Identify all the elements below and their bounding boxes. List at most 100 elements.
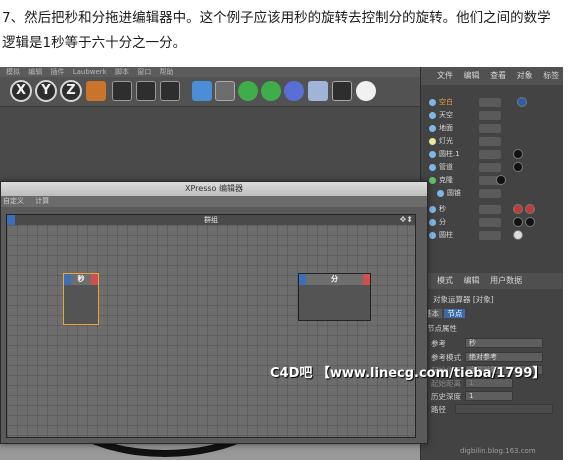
node-input-port[interactable]	[64, 274, 71, 285]
visibility-toggle[interactable]	[479, 124, 501, 133]
xgroup-header[interactable]: 群组 ✥⬍	[7, 215, 415, 225]
object-row[interactable]: 管道	[421, 161, 563, 174]
cloner-icon	[429, 177, 436, 184]
floor-icon[interactable]	[308, 81, 328, 101]
material-tag-icon[interactable]	[513, 149, 523, 159]
cinema4d-window: 模拟 编辑 插件 Laubwerk 脚本 窗口 帮助 X Y Z 文件 编辑 查…	[0, 67, 563, 460]
camera-icon[interactable]	[332, 81, 352, 101]
cylinder-icon	[429, 151, 436, 158]
visibility-toggle[interactable]	[479, 163, 501, 172]
seconds-node-header[interactable]: 秒	[64, 274, 98, 285]
path-field[interactable]	[455, 404, 553, 414]
xpresso-tag-icon[interactable]	[517, 97, 527, 107]
menu-item-plugins[interactable]: 插件	[50, 68, 64, 76]
object-row[interactable]: 秒	[421, 203, 563, 216]
array-icon[interactable]	[261, 81, 281, 101]
menu-item-edit[interactable]: 编辑	[28, 68, 42, 76]
object-row[interactable]: 圆锥	[421, 187, 563, 200]
material-tag-icon[interactable]	[513, 217, 523, 227]
tube-icon	[429, 164, 436, 171]
render-picture-icon[interactable]	[136, 81, 156, 101]
visibility-toggle[interactable]	[479, 189, 501, 198]
om-menu-object[interactable]: 对象	[517, 71, 533, 80]
object-row[interactable]: 分	[421, 216, 563, 229]
minutes-object-node[interactable]: 分	[298, 273, 371, 321]
visibility-toggle[interactable]	[479, 137, 501, 146]
depth-label: 历史深度	[431, 392, 461, 401]
depth-row: 历史深度 1	[421, 390, 563, 403]
mode-select[interactable]: 绝对参考	[465, 352, 543, 362]
spline-pen-icon[interactable]	[215, 81, 235, 101]
main-toolbar: X Y Z	[0, 77, 420, 107]
material-tag-icon[interactable]	[513, 204, 523, 214]
om-menu-edit[interactable]: 编辑	[464, 71, 480, 80]
cube-object-icon	[429, 206, 436, 213]
deformer-icon[interactable]	[284, 81, 304, 101]
cone-icon	[437, 190, 444, 197]
object-row[interactable]: 克隆	[421, 174, 563, 187]
menu-item-laubwerk[interactable]: Laubwerk	[73, 68, 107, 76]
attr-subtabs: 基本 节点	[421, 307, 563, 320]
xp-menu-calculate[interactable]: 计算	[35, 197, 49, 205]
light-bulb-icon[interactable]	[356, 81, 376, 101]
visibility-toggle[interactable]	[479, 150, 501, 159]
visibility-toggle[interactable]	[479, 231, 501, 240]
visibility-toggle[interactable]	[479, 111, 501, 120]
object-row[interactable]: 地面	[421, 122, 563, 135]
om-menu-file[interactable]: 文件	[437, 71, 453, 80]
attr-tab-userdata[interactable]: 用户数据	[490, 276, 522, 285]
xgroup-node[interactable]: 群组 ✥⬍ 秒 分	[6, 214, 416, 438]
reference-row: 参考 秒	[421, 337, 563, 350]
z-axis-button[interactable]: Z	[60, 80, 82, 102]
depth-field[interactable]: 1	[465, 391, 513, 401]
attr-tab-mode[interactable]: 模式	[437, 276, 453, 285]
node-output-port[interactable]	[91, 274, 98, 285]
visibility-toggle[interactable]	[479, 98, 501, 107]
material-tag-icon[interactable]	[525, 217, 535, 227]
xpresso-title[interactable]: XPresso 编辑器	[1, 182, 427, 196]
group-input-port[interactable]	[7, 215, 15, 225]
minutes-node-header[interactable]: 分	[299, 274, 370, 285]
visibility-toggle[interactable]	[479, 205, 501, 214]
cube-object-icon	[429, 219, 436, 226]
object-manager-panel: 文件 编辑 查看 对象 标签 空白 天空 地面 灯光 圆柱.1 管道 克隆 圆锥…	[420, 67, 563, 460]
main-menubar: 模拟 编辑 插件 Laubwerk 脚本 窗口 帮助	[0, 67, 420, 77]
object-row[interactable]: 灯光	[421, 135, 563, 148]
attr-tab-edit[interactable]: 编辑	[464, 276, 480, 285]
xgroup-label: 群组	[204, 216, 218, 224]
y-axis-button[interactable]: Y	[35, 80, 57, 102]
om-menu-tag[interactable]: 标签	[543, 71, 559, 80]
x-axis-button[interactable]: X	[10, 80, 32, 102]
menu-item-help[interactable]: 帮助	[159, 68, 173, 76]
group-resize-icon[interactable]: ✥⬍	[400, 215, 413, 225]
cube-icon[interactable]	[192, 81, 212, 101]
object-row[interactable]: 圆柱.1	[421, 148, 563, 161]
attr-section-title: 节点属性	[427, 324, 457, 333]
om-menu-view[interactable]: 查看	[490, 71, 506, 80]
xpresso-editor-window[interactable]: XPresso 编辑器 自定义 计算 群组 ✥⬍ 秒 分	[0, 181, 428, 444]
subtab-node[interactable]: 节点	[444, 309, 466, 318]
render-settings-icon[interactable]	[160, 81, 180, 101]
path-row: 路径	[421, 403, 563, 416]
menu-item-script[interactable]: 脚本	[115, 68, 129, 76]
subdivision-icon[interactable]	[238, 81, 258, 101]
reference-field[interactable]: 秒	[465, 338, 543, 348]
visibility-toggle[interactable]	[479, 218, 501, 227]
material-tag-icon[interactable]	[513, 230, 523, 240]
seconds-object-node[interactable]: 秒	[63, 273, 99, 325]
object-row[interactable]: 天空	[421, 109, 563, 122]
material-tag-icon[interactable]	[525, 204, 535, 214]
node-input-port[interactable]	[299, 274, 306, 285]
object-row[interactable]: 空白	[421, 96, 563, 109]
null-icon	[429, 99, 436, 106]
menu-item-simulate[interactable]: 模拟	[6, 68, 20, 76]
render-view-icon[interactable]	[112, 81, 132, 101]
coordinate-system-icon[interactable]	[86, 81, 106, 101]
object-row[interactable]: 圆柱	[421, 229, 563, 242]
material-tag-icon[interactable]	[496, 175, 506, 185]
menu-item-window[interactable]: 窗口	[137, 68, 151, 76]
node-output-port[interactable]	[363, 274, 370, 285]
material-tag-icon[interactable]	[513, 162, 523, 172]
xp-menu-custom[interactable]: 自定义	[3, 197, 24, 205]
xpresso-menu: 自定义 计算	[1, 196, 427, 207]
